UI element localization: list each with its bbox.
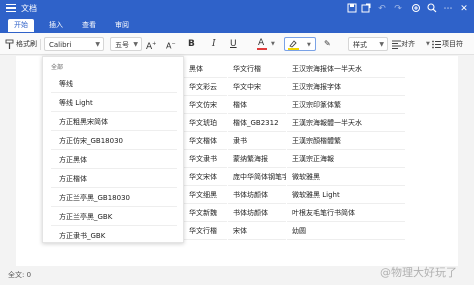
ribbon-tabs: 开始 插入 查看 审阅 [0,18,474,33]
word-count: 全文: 0 [8,271,32,279]
font-menu-item[interactable]: 方正兰亭黑_GB18030 [51,189,177,207]
tab-home[interactable]: 开始 [8,19,34,32]
styles-label: 样式 [353,41,367,49]
font-option[interactable]: 微软雅黑 [287,168,405,186]
align-button[interactable]: 对齐 [401,37,415,51]
font-name-value: Calibri [49,41,72,49]
font-option[interactable]: 王汉宗印篆体繁 [287,96,405,114]
close-icon[interactable]: ✕ [458,3,470,15]
highlight-color-swatch [288,48,299,50]
font-option[interactable]: 王汉宗海报体一半天水 [287,60,405,78]
list-icon[interactable] [432,37,442,51]
font-option[interactable]: 楷体_GB2312 [228,114,286,132]
more-icon[interactable]: ⋯ [442,3,454,15]
font-dropdown: 全部 等线 等线 Light 方正粗黑宋简体 方正仿宋_GB18030 方正黑体… [42,56,184,243]
highlight-color-button[interactable]: ▼ [284,37,316,51]
font-option[interactable]: 宋体 [228,222,286,240]
font-size-select[interactable]: 五号 ▼ [110,37,142,51]
tab-insert[interactable]: 插入 [45,19,67,32]
underline-icon[interactable]: U [230,37,237,51]
font-menu-item[interactable]: 方正兰亭黑_GBK [51,208,177,226]
chevron-down-icon: ▼ [95,41,100,48]
font-option[interactable]: 蒙纳繁海报 [228,150,286,168]
font-option[interactable]: 华文宋体 [184,168,227,186]
font-option[interactable]: 书体坊颜体 [228,204,286,222]
font-option[interactable]: 王漢宗正海報 [287,150,405,168]
list-button[interactable]: 项目符 [442,37,463,51]
tab-review[interactable]: 审阅 [111,19,133,32]
redo-icon[interactable]: ↷ [392,3,404,15]
font-option[interactable]: 华文行楷 [228,60,286,78]
chevron-down-icon: ▼ [133,41,138,48]
font-option[interactable]: 华文中宋 [228,78,286,96]
font-option[interactable]: 华文新魏 [184,204,227,222]
font-name-select[interactable]: Calibri ▼ [44,37,104,51]
clear-format-icon[interactable]: ✎ [324,37,331,51]
chevron-down-icon: ▼ [271,41,275,47]
font-option[interactable]: 隶书 [228,132,286,150]
font-option[interactable]: 王漢宗顏楷體繁 [287,132,405,150]
font-option[interactable]: 华文琥珀 [184,114,227,132]
toolbar: 格式刷 Calibri ▼ 五号 ▼ A+ A− B I U A ▼ ▼ ✎ 样… [0,33,474,55]
watermark: @物理大好玩了 [380,266,457,279]
font-option[interactable]: 叶根友毛笔行书简体 [287,204,405,222]
bold-icon[interactable]: B [188,37,195,51]
font-option[interactable]: 华文彩云 [184,78,227,96]
font-menu-item[interactable]: 等线 Light [51,94,177,112]
font-option[interactable]: 楷体 [228,96,286,114]
font-option[interactable]: 微软雅黑 Light [287,186,405,204]
font-option[interactable]: 华文仿宋 [184,96,227,114]
tab-view[interactable]: 查看 [78,19,100,32]
chevron-down-icon: ▼ [426,41,430,47]
font-size-value: 五号 [115,41,129,49]
grow-font-icon[interactable]: A+ [146,37,156,52]
chevron-down-icon: ▼ [307,42,311,48]
save-icon[interactable] [346,3,358,15]
font-menu-item[interactable]: 方正楷体 [51,170,177,188]
font-menu-item[interactable]: 方正粗黑宋简体 [51,113,177,131]
font-option[interactable]: 华文细黑 [184,186,227,204]
font-menu-header: 全部 [51,64,64,71]
font-option[interactable]: 华文隶书 [184,150,227,168]
font-color-button[interactable]: A ▼ [256,37,278,51]
font-menu-item[interactable]: 方正黑体 [51,151,177,169]
document-title: 文档 [21,4,37,13]
font-menu-item[interactable]: 方正隶书_GBK [51,227,177,245]
search-icon[interactable] [426,3,438,15]
font-option[interactable]: 黑体 [184,60,227,78]
styles-select[interactable]: 样式 ▼ [348,37,388,51]
chevron-down-icon: ▼ [379,41,384,48]
font-menu-item[interactable]: 方正仿宋_GB18030 [51,132,177,150]
divider [40,39,41,50]
export-icon[interactable] [360,3,372,15]
italic-icon[interactable]: I [212,37,216,51]
font-menu-item[interactable]: 等线 [51,75,177,93]
shrink-font-icon[interactable]: A− [166,37,176,51]
font-option[interactable]: 王漢宗海報體一半天水 [287,114,405,132]
font-color-swatch [257,48,267,50]
share-icon[interactable] [410,3,422,15]
font-option[interactable]: 华文行楷 [184,222,227,240]
undo-icon[interactable]: ↶ [376,3,388,15]
font-option[interactable]: 华文楷体 [184,132,227,150]
menu-icon[interactable] [6,4,16,13]
format-painter-button[interactable]: 格式刷 [16,37,37,51]
font-option[interactable]: 幼圆 [287,222,405,240]
format-painter-icon[interactable] [5,37,15,51]
font-option[interactable]: 王汉宗海报字体 [287,78,405,96]
font-option[interactable]: 书体坊颜体 [228,186,286,204]
font-option[interactable]: 庞中华简体钢笔字 [228,168,286,186]
title-bar: 文档 ↶ ↷ ⋯ ✕ [0,0,474,18]
